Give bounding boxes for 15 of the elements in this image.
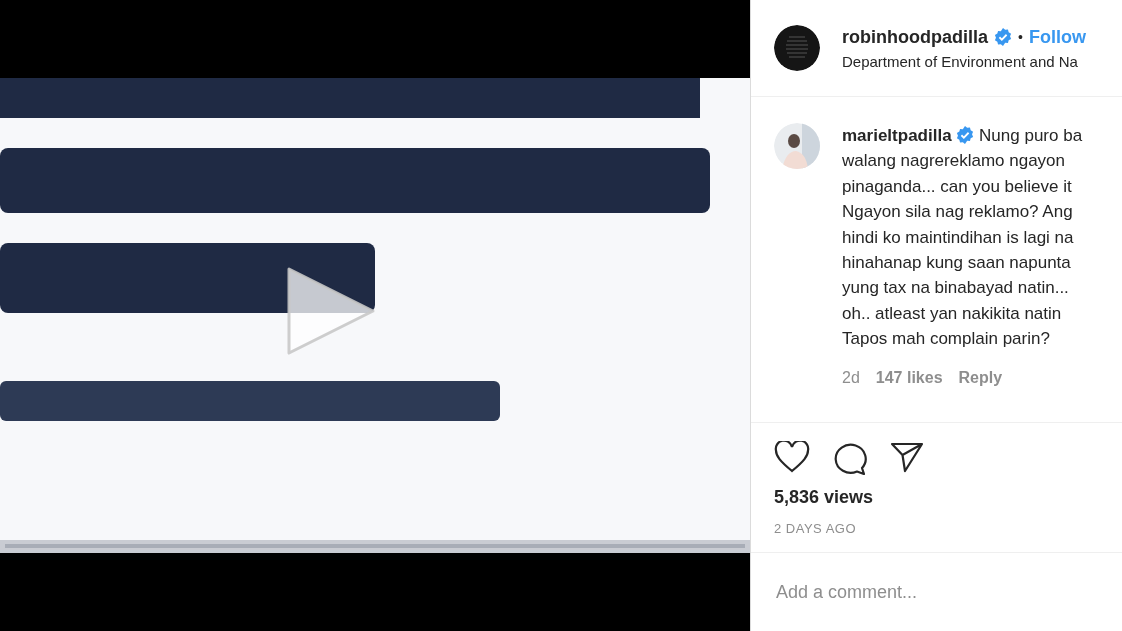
username-link[interactable]: marieltpadilla [842, 126, 952, 145]
comment-input[interactable]: Add a comment... [774, 580, 1078, 604]
like-button[interactable] [774, 441, 810, 475]
views-count[interactable]: 5,836 views [774, 487, 1099, 508]
comment-text: marieltpadilla Nung puro ba walang nagrereklamo ngayon pinaganda... can you believe it Ngayon sila nag reklamo? Ang hindi ko maintindihan is lagi na hinahanap kung saan napunta yung tax na binabayad natin... oh.. atleast yan nakikita natin Tapos mah complain parin? [842, 125, 1083, 351]
comment-icon[interactable] [832, 441, 868, 475]
share-icon[interactable] [890, 441, 924, 475]
post-date: 2 DAYS AGO [774, 521, 858, 536]
username-link[interactable]: robinhoodpadilla [842, 26, 988, 48]
play-icon[interactable] [285, 265, 377, 357]
location-link[interactable]: Department of Environment and Na [842, 52, 1086, 70]
avatar[interactable] [774, 123, 820, 169]
comment-time: 2d [842, 368, 860, 387]
avatar[interactable] [774, 25, 820, 71]
separator-dot: • [1018, 29, 1023, 45]
